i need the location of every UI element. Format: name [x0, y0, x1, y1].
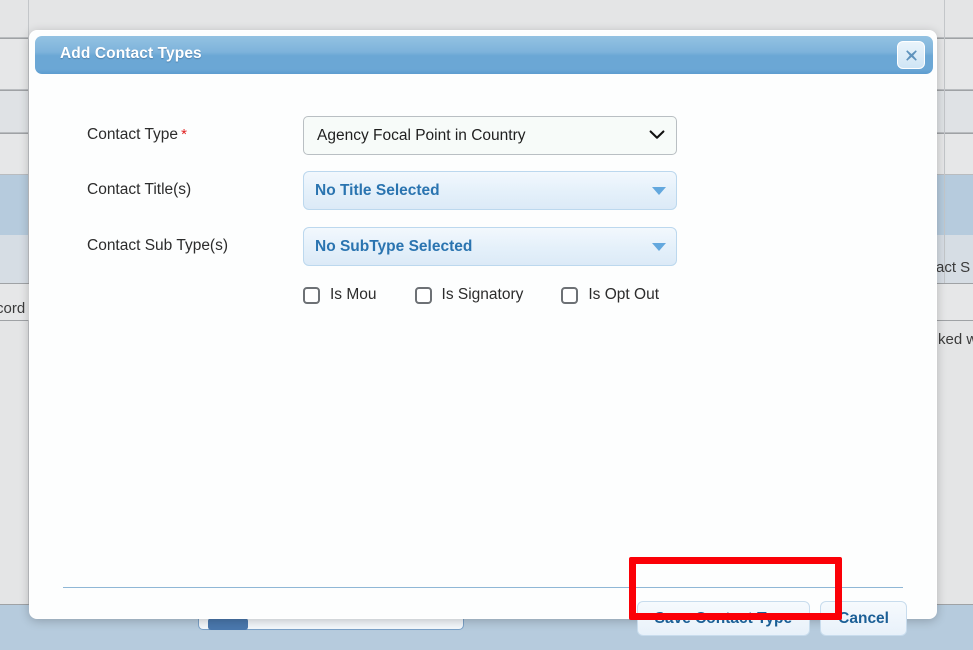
field-label-text: Contact Sub Type(s) [87, 237, 229, 254]
dialog-footer: Save Contact Type Cancel [636, 601, 907, 636]
screen: cord act S ked w Add Contact Types Conta… [0, 0, 973, 650]
background-primary-button[interactable] [208, 618, 248, 630]
checkbox-box-icon [303, 286, 320, 304]
contact-type-select[interactable]: Agency Focal Point in Country [303, 116, 677, 155]
flags-checkbox-group: Is Mou Is Signatory Is Opt Out [303, 282, 659, 308]
background-text-fragment: cord [0, 300, 26, 317]
checkbox-box-icon [414, 286, 432, 304]
contact-type-value: Agency Focal Point in Country [317, 127, 526, 144]
cancel-button[interactable]: Cancel [820, 601, 907, 636]
background-text-fragment: ked w [938, 331, 973, 348]
contact-sub-types-value: No SubType Selected [315, 238, 473, 255]
contact-titles-multiselect[interactable]: No Title Selected [303, 171, 677, 210]
field-contact-titles: Contact Title(s) No Title Selected [30, 171, 936, 211]
dialog-body: Contact Type * Agency Focal Point in Coun… [30, 75, 936, 636]
dialog-header: Add Contact Types [35, 36, 933, 74]
field-label: Contact Title(s) [87, 171, 191, 209]
required-asterisk: * [181, 126, 187, 143]
triangle-down-icon [652, 242, 666, 251]
close-icon[interactable] [897, 41, 925, 69]
chevron-down-icon [649, 117, 665, 154]
field-label-text: Contact Title(s) [87, 181, 192, 198]
contact-sub-types-multiselect[interactable]: No SubType Selected [303, 227, 677, 266]
field-contact-type: Contact Type * Agency Focal Point in Coun… [30, 116, 936, 156]
checkbox-is-signatory[interactable]: Is Signatory [414, 286, 524, 304]
checkbox-is-mou[interactable]: Is Mou [303, 286, 377, 304]
checkbox-label: Is Signatory [441, 286, 524, 303]
field-label: Contact Sub Type(s) [87, 227, 228, 265]
field-label: Contact Type * [87, 116, 187, 154]
save-contact-type-button[interactable]: Save Contact Type [636, 601, 811, 636]
contact-titles-value: No Title Selected [315, 182, 440, 199]
checkbox-box-icon [561, 286, 579, 304]
background-column-separator [944, 0, 945, 283]
checkbox-is-opt-out[interactable]: Is Opt Out [561, 286, 659, 304]
checkbox-label: Is Mou [330, 286, 377, 303]
field-label-text: Contact Type [87, 126, 179, 143]
triangle-down-icon [652, 186, 666, 195]
field-contact-sub-types: Contact Sub Type(s) No SubType Selected [30, 227, 936, 267]
add-contact-types-dialog: Add Contact Types Contact Type * Agency F… [29, 30, 937, 636]
footer-divider [63, 587, 903, 588]
dialog-title: Add Contact Types [60, 45, 202, 62]
checkbox-label: Is Opt Out [588, 286, 660, 303]
background-text-fragment: act S [936, 259, 971, 276]
